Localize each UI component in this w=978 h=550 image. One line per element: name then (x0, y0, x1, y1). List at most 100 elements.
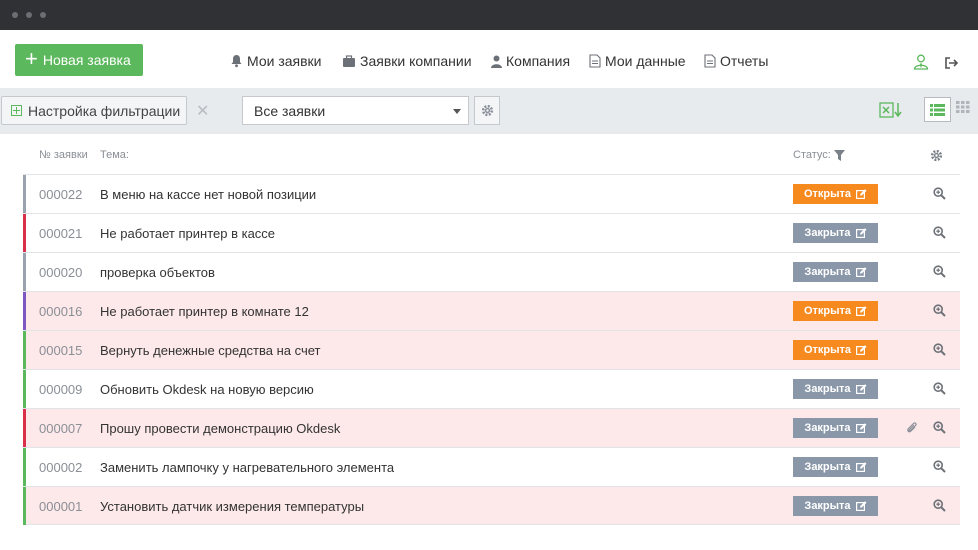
status-badge[interactable]: Открыта (793, 340, 878, 360)
table-body: 000022 В меню на кассе нет новой позиции О… (0, 174, 978, 525)
filter-gear-button[interactable] (474, 96, 500, 125)
gear-icon (930, 149, 943, 162)
table-row[interactable]: 000022 В меню на кассе нет новой позиции О… (23, 174, 960, 213)
zoom-icon[interactable] (933, 187, 946, 200)
status-badge[interactable]: Закрыта (793, 223, 878, 243)
grid-view-button[interactable] (956, 100, 970, 118)
priority-stripe (23, 370, 26, 408)
edit-icon (856, 345, 867, 355)
plus-icon: + (25, 46, 38, 71)
edit-icon (856, 306, 867, 316)
table-row[interactable]: 000002 Заменить лампочку у нагревательног… (23, 447, 960, 486)
grid-icon (956, 101, 970, 113)
gear-icon (481, 104, 493, 117)
list-view-button[interactable] (924, 97, 951, 122)
status-label: Закрыта (804, 383, 851, 395)
ticket-subject[interactable]: Заменить лампочку у нагревательного элем… (100, 460, 394, 475)
nav-reports[interactable]: Отчеты (704, 53, 768, 69)
nav-label: Мои заявки (247, 53, 322, 69)
column-header-status[interactable]: Статус: (793, 149, 845, 161)
caret-down-icon (453, 109, 461, 114)
status-badge[interactable]: Закрыта (793, 457, 878, 477)
table-row[interactable]: 000016 Не работает принтер в комнате 12 От… (23, 291, 960, 330)
ticket-subject[interactable]: Не работает принтер в кассе (100, 226, 275, 241)
priority-stripe (23, 214, 26, 252)
column-header-theme[interactable]: Тема: (100, 149, 129, 161)
ticket-number[interactable]: 000015 (39, 343, 82, 358)
ticket-subject[interactable]: В меню на кассе нет новой позиции (100, 187, 316, 202)
ticket-number[interactable]: 000007 (39, 421, 82, 436)
paperclip-icon[interactable] (906, 421, 918, 434)
zoom-icon[interactable] (933, 304, 946, 317)
ticket-filter-select[interactable]: Все заявки (242, 96, 469, 125)
filter-settings-button[interactable]: Настройка фильтрации (1, 96, 187, 125)
status-badge[interactable]: Открыта (793, 184, 878, 204)
window-titlebar (0, 0, 978, 30)
excel-export-icon[interactable] (879, 101, 903, 124)
edit-icon (855, 384, 867, 394)
filter-settings-label: Настройка фильтрации (28, 102, 181, 119)
new-ticket-button[interactable]: + Новая заявка (15, 44, 143, 76)
ticket-number[interactable]: 000009 (39, 382, 82, 397)
ticket-number[interactable]: 000020 (39, 265, 82, 280)
new-ticket-label: Новая заявка (42, 52, 131, 68)
tickets-table: № заявки Тема: Статус: 000022 В меню на к… (0, 134, 978, 525)
edit-icon (856, 189, 867, 199)
ticket-subject[interactable]: Вернуть денежные средства на счет (100, 343, 321, 358)
edit-icon (855, 501, 867, 511)
window-dot (26, 12, 32, 18)
ticket-number[interactable]: 000001 (39, 499, 82, 514)
table-row[interactable]: 000009 Обновить Okdesk на новую версию Зак… (23, 369, 960, 408)
nav-label: Мои данные (605, 53, 686, 69)
ticket-number[interactable]: 000022 (39, 187, 82, 202)
column-header-number[interactable]: № заявки (39, 149, 88, 161)
priority-stripe (23, 253, 26, 291)
status-label: Открыта (803, 305, 852, 317)
window-dot (12, 12, 18, 18)
briefcase-icon (343, 54, 355, 67)
edit-icon (855, 267, 867, 277)
nav-my-data[interactable]: Мои данные (589, 53, 686, 69)
table-settings-button[interactable] (930, 149, 943, 165)
status-label: Закрыта (804, 266, 851, 278)
table-row[interactable]: 000021 Не работает принтер в кассе Закрыта (23, 213, 960, 252)
zoom-icon[interactable] (933, 421, 946, 434)
select-value: Все заявки (254, 102, 326, 119)
user-tie-icon[interactable] (913, 54, 929, 75)
close-icon[interactable]: ✕ (196, 101, 209, 121)
ticket-number[interactable]: 000016 (39, 304, 82, 319)
ticket-subject[interactable]: проверка объектов (100, 265, 215, 280)
document-icon (589, 54, 601, 68)
nav-my-tickets[interactable]: Мои заявки (230, 53, 321, 69)
nav-company[interactable]: Компания (491, 53, 570, 69)
ticket-subject[interactable]: Не работает принтер в комнате 12 (100, 304, 309, 319)
logout-icon[interactable] (945, 56, 959, 74)
table-row[interactable]: 000007 Прошу провести демонстрацию Okdesk… (23, 408, 960, 447)
nav-company-tickets[interactable]: Заявки компании (342, 53, 472, 69)
ticket-number[interactable]: 000002 (39, 460, 82, 475)
table-row[interactable]: 000015 Вернуть денежные средства на счет О… (23, 330, 960, 369)
ticket-number[interactable]: 000021 (39, 226, 82, 241)
zoom-icon[interactable] (933, 265, 946, 278)
priority-stripe (23, 487, 26, 525)
status-badge[interactable]: Закрыта (793, 418, 878, 438)
status-badge[interactable]: Закрыта (793, 496, 878, 516)
zoom-icon[interactable] (933, 343, 946, 356)
ticket-subject[interactable]: Обновить Okdesk на новую версию (100, 382, 314, 397)
table-row[interactable]: 000001 Установить датчик измерения темпер… (23, 486, 960, 525)
table-row[interactable]: 000020 проверка объектов Закрыта (23, 252, 960, 291)
priority-stripe (23, 292, 26, 330)
document-icon (704, 54, 716, 68)
priority-stripe (23, 448, 26, 486)
zoom-icon[interactable] (933, 499, 946, 512)
zoom-icon[interactable] (933, 460, 946, 473)
table-header: № заявки Тема: Статус: (0, 134, 978, 174)
zoom-icon[interactable] (933, 382, 946, 395)
status-badge[interactable]: Открыта (793, 301, 878, 321)
status-badge[interactable]: Закрыта (793, 262, 878, 282)
status-badge[interactable]: Закрыта (793, 379, 878, 399)
ticket-subject[interactable]: Установить датчик измерения температуры (100, 499, 364, 514)
ticket-subject[interactable]: Прошу провести демонстрацию Okdesk (100, 421, 340, 436)
zoom-icon[interactable] (933, 226, 946, 239)
priority-stripe (23, 175, 26, 213)
